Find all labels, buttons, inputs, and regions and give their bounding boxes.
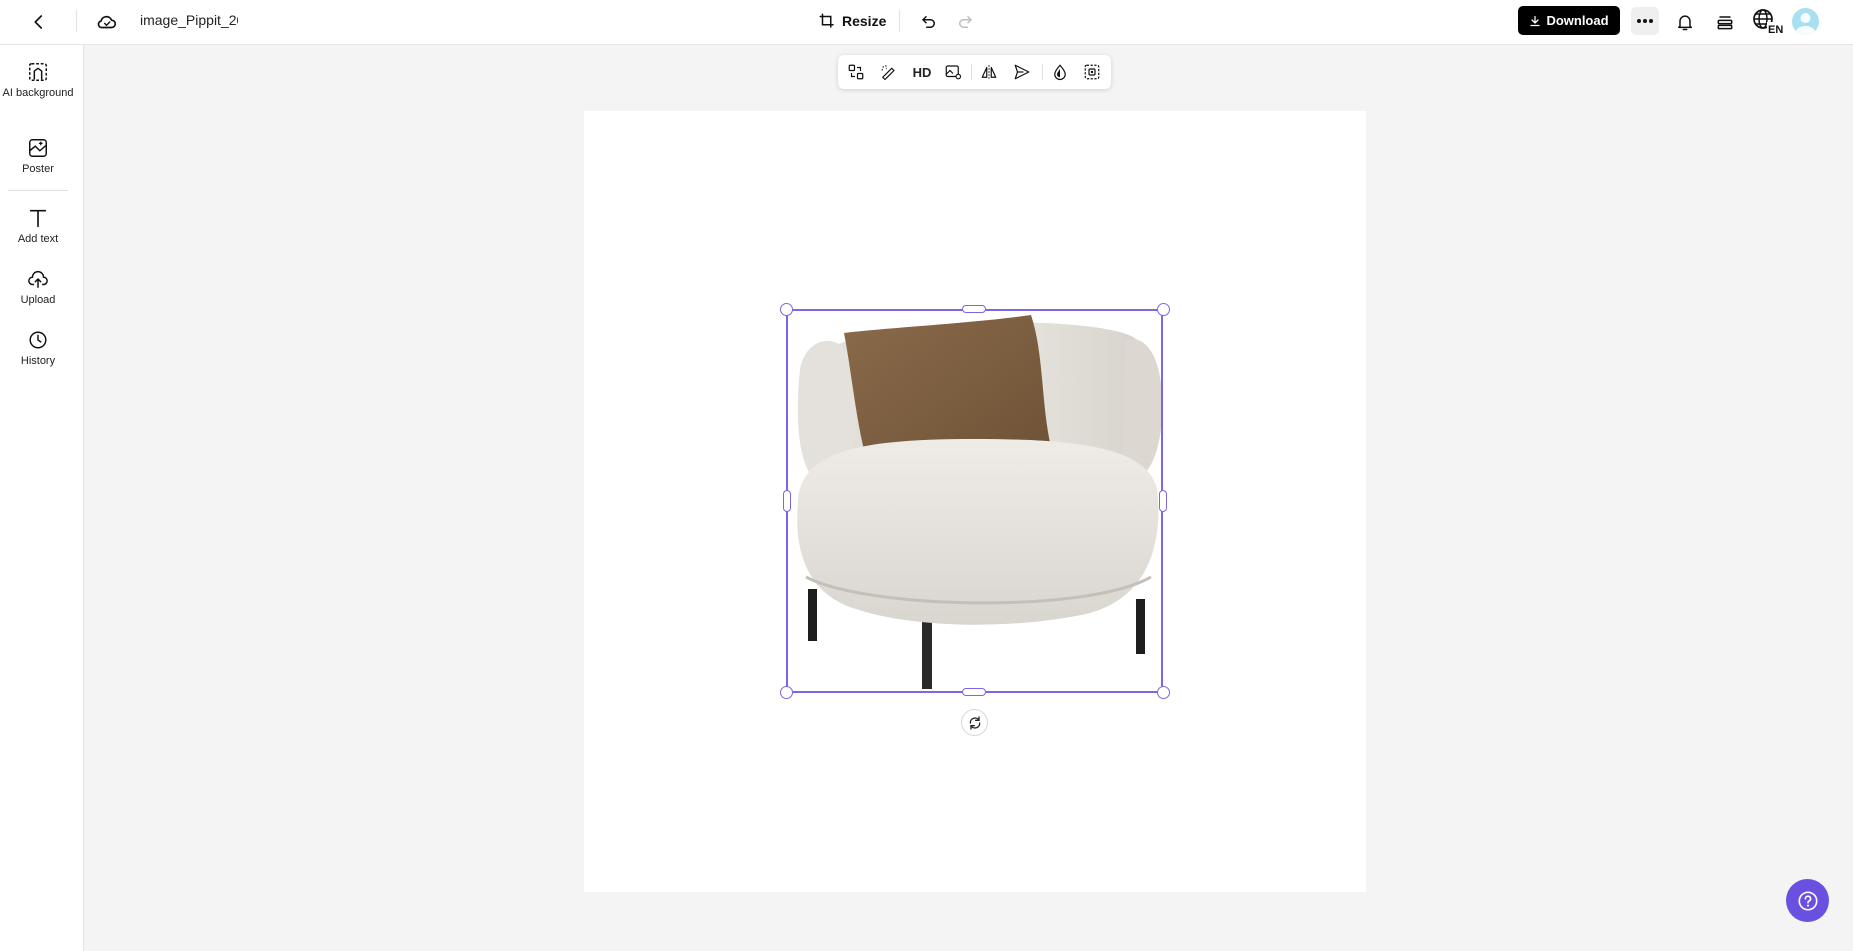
ai-background-icon [29, 63, 47, 81]
selection-frame[interactable] [786, 309, 1163, 693]
image-edit-button[interactable] [941, 60, 965, 84]
top-bar: image_Pippit_20 Resize Download EN [0, 0, 1853, 45]
layers-icon [1717, 16, 1733, 30]
help-button[interactable] [1786, 879, 1829, 922]
redo-button[interactable] [952, 9, 978, 35]
magic-eraser-button[interactable] [876, 60, 900, 84]
send-button[interactable] [1010, 60, 1034, 84]
sidebar-item-label: AI background [2, 87, 74, 99]
send-icon [1014, 64, 1030, 80]
resize-handle-top[interactable] [962, 305, 986, 313]
hd-label: HD [912, 64, 932, 80]
cutout-icon [1084, 64, 1100, 80]
language-button[interactable]: EN [1751, 7, 1783, 37]
flip-icon [981, 65, 997, 79]
replace-icon [848, 64, 864, 80]
cloud-icon [97, 15, 117, 29]
sidebar-item-poster[interactable]: Poster [0, 137, 76, 176]
sidebar-item-label: Poster [22, 163, 54, 175]
opacity-icon [1054, 64, 1066, 81]
undo-icon [922, 16, 935, 28]
sidebar-divider [8, 190, 68, 191]
toolbar-divider [971, 64, 972, 80]
more-options-button[interactable] [1631, 7, 1659, 35]
help-icon [1797, 890, 1818, 911]
resize-handle-bottom[interactable] [962, 688, 986, 696]
back-button[interactable] [26, 9, 52, 35]
sidebar-item-upload[interactable]: Upload [0, 268, 76, 307]
flip-button[interactable] [977, 60, 1001, 84]
resize-button[interactable]: Resize [818, 6, 886, 36]
hd-button[interactable]: HD [908, 60, 936, 84]
replace-button[interactable] [844, 60, 868, 84]
download-icon [1530, 15, 1541, 26]
image-edit-icon [945, 65, 962, 80]
layers-button[interactable] [1711, 8, 1739, 36]
notifications-button[interactable] [1671, 8, 1699, 36]
language-code: EN [1768, 24, 1783, 36]
sidebar-item-add-text[interactable]: Add text [0, 207, 76, 246]
image-toolbar: HD [838, 55, 1111, 89]
opacity-button[interactable] [1048, 60, 1072, 84]
resize-handle-top-right[interactable] [1157, 303, 1170, 316]
history-icon [29, 331, 47, 349]
resize-handle-left[interactable] [783, 490, 791, 512]
resize-handle-bottom-left[interactable] [780, 686, 793, 699]
upload-icon [28, 271, 48, 288]
rotate-icon [969, 715, 980, 730]
download-button[interactable]: Download [1518, 6, 1620, 35]
chevron-left-icon [34, 15, 43, 29]
avatar[interactable] [1792, 8, 1819, 35]
rotate-handle[interactable] [961, 709, 988, 736]
sidebar-item-label: Add text [17, 233, 59, 245]
header-divider [76, 10, 77, 32]
download-label: Download [1546, 13, 1609, 28]
resize-icon [819, 13, 834, 28]
resize-handle-bottom-right[interactable] [1157, 686, 1170, 699]
cutout-button[interactable] [1080, 60, 1104, 84]
undo-button[interactable] [916, 9, 942, 35]
toolbar-divider [1042, 64, 1043, 80]
cloud-save-button[interactable] [94, 9, 120, 35]
text-icon [29, 209, 47, 228]
left-sidebar: AI background Poster Add text Upload His… [0, 45, 84, 951]
sidebar-item-label: History [20, 355, 56, 367]
sidebar-item-history[interactable]: History [0, 329, 76, 368]
sidebar-item-label: Upload [20, 294, 56, 306]
resize-handle-top-left[interactable] [780, 303, 793, 316]
user-avatar-icon [1795, 13, 1816, 35]
resize-label: Resize [842, 13, 887, 29]
redo-icon [959, 16, 972, 28]
globe-icon: EN [1753, 9, 1783, 36]
bell-icon [1678, 15, 1692, 31]
sidebar-item-ai-background[interactable]: AI background [0, 61, 76, 100]
magic-eraser-icon [881, 65, 895, 81]
header-divider [899, 10, 900, 32]
resize-handle-right[interactable] [1159, 490, 1167, 512]
poster-icon [29, 139, 47, 157]
document-title[interactable]: image_Pippit_20 [140, 12, 238, 28]
more-horizontal-icon [1637, 19, 1653, 23]
